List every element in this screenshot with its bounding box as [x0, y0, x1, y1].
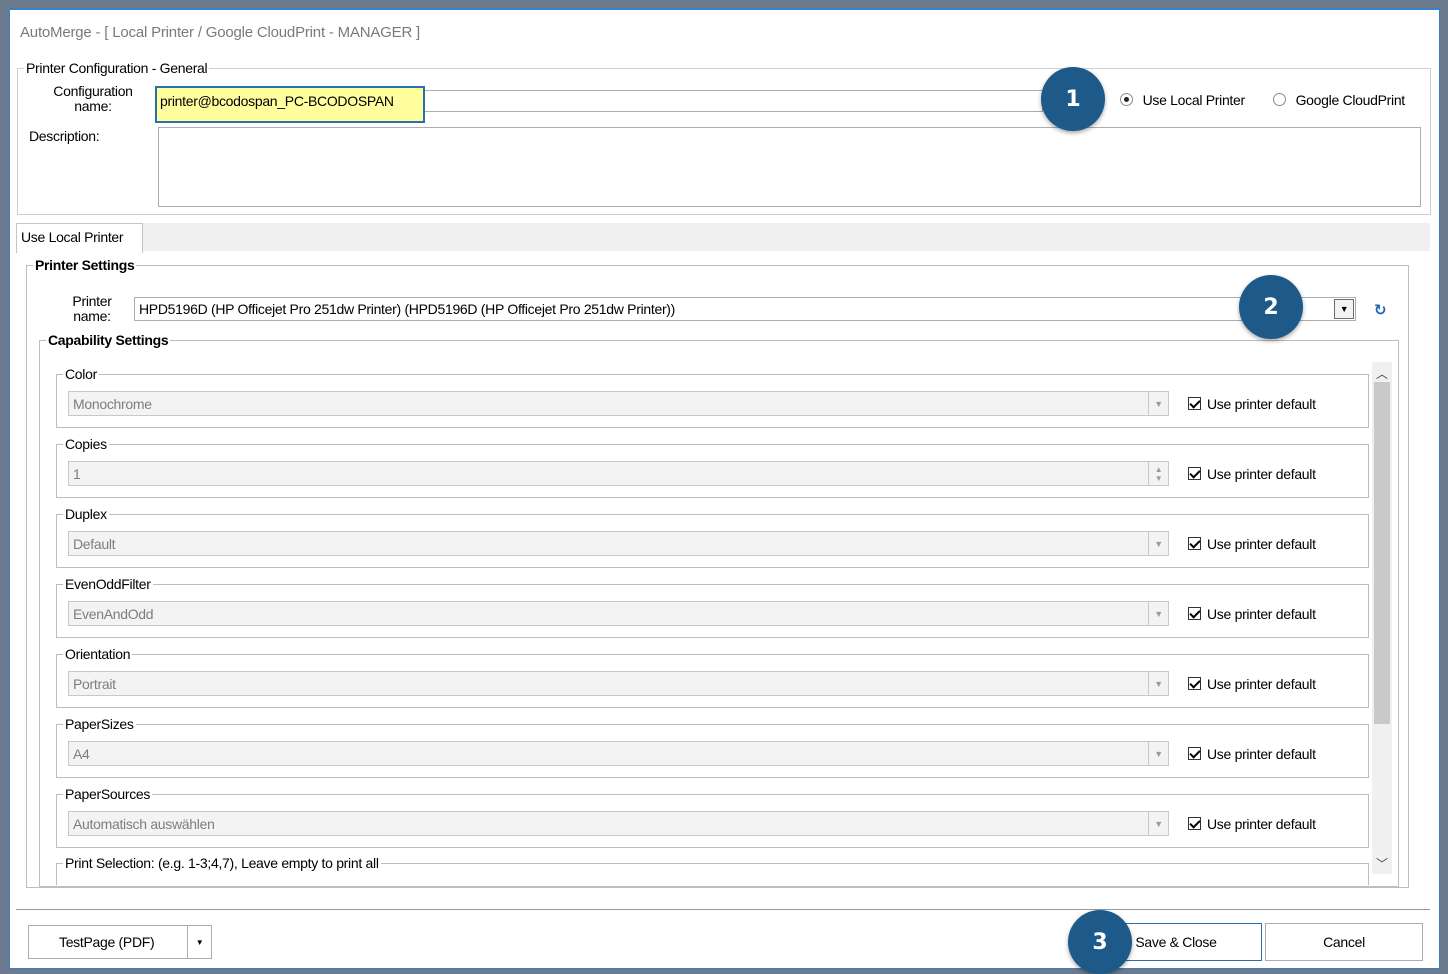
capability-value: 1: [73, 466, 81, 482]
capability-value: EvenAndOdd: [73, 606, 154, 622]
chevron-down-icon[interactable]: ▼: [1148, 602, 1168, 625]
radio-local-label: Use Local Printer: [1142, 92, 1246, 108]
footer-separator: [16, 909, 1430, 910]
checkbox-checked-icon[interactable]: [1188, 607, 1201, 620]
printer-settings-legend: Printer Settings: [35, 257, 135, 273]
printer-name-select[interactable]: HPD5196D (HP Officejet Pro 251dw Printer…: [134, 297, 1356, 321]
chevron-down-icon[interactable]: ▼: [187, 926, 211, 958]
tab-use-local-printer[interactable]: Use Local Printer: [16, 223, 143, 253]
refresh-icon[interactable]: ↻: [1374, 301, 1387, 319]
checkbox-checked-icon[interactable]: [1188, 677, 1201, 690]
use-printer-default-checkbox[interactable]: Use printer default: [1188, 606, 1316, 622]
copies-spinner[interactable]: 1 ▲ ▼: [68, 461, 1169, 486]
use-printer-default-label: Use printer default: [1207, 816, 1316, 832]
capability-group-title: Orientation: [65, 646, 131, 662]
radio-use-local-printer[interactable]: Use Local Printer: [1120, 92, 1245, 108]
capability-group-title: EvenOddFilter: [65, 576, 151, 592]
use-printer-default-checkbox[interactable]: Use printer default: [1188, 816, 1316, 832]
capability-group-title: PaperSources: [65, 786, 151, 802]
capability-select[interactable]: EvenAndOdd ▼: [68, 601, 1169, 626]
capability-group-title: Duplex: [65, 506, 107, 522]
capability-value: Default: [73, 536, 116, 552]
checkbox-checked-icon[interactable]: [1188, 397, 1201, 410]
use-printer-default-label: Use printer default: [1207, 606, 1316, 622]
capability-select[interactable]: Default ▼: [68, 531, 1169, 556]
capability-group-title: Color: [65, 366, 97, 382]
chevron-down-icon[interactable]: ▼: [1148, 742, 1168, 765]
description-label: Description:: [29, 128, 100, 144]
automerge-window: AutoMerge - [ Local Printer / Google Clo…: [9, 8, 1440, 974]
window-title: AutoMerge - [ Local Printer / Google Clo…: [20, 24, 421, 41]
print-selection-legend: Print Selection: (e.g. 1-3;4,7), Leave e…: [65, 855, 379, 871]
save-close-label: Save & Close: [1135, 934, 1217, 950]
cancel-label: Cancel: [1323, 934, 1365, 950]
checkbox-checked-icon[interactable]: [1188, 537, 1201, 550]
printer-name-value: HPD5196D (HP Officejet Pro 251dw Printer…: [139, 301, 676, 317]
scroll-down-icon[interactable]: ﹀: [1372, 854, 1392, 872]
chevron-down-icon[interactable]: ▼: [1148, 672, 1168, 695]
use-printer-default-checkbox[interactable]: Use printer default: [1188, 746, 1316, 762]
scroll-up-icon[interactable]: ︿: [1372, 364, 1392, 382]
config-name-input[interactable]: printer@bcodospan_PC-BCODOSPAN: [155, 86, 425, 123]
capability-value: A4: [73, 746, 90, 762]
use-printer-default-label: Use printer default: [1207, 536, 1316, 552]
checkbox-checked-icon[interactable]: [1188, 467, 1201, 480]
capability-value: Portrait: [73, 676, 116, 692]
use-printer-default-label: Use printer default: [1207, 466, 1316, 482]
radio-cloud-label: Google CloudPrint: [1295, 92, 1406, 108]
capability-select[interactable]: Monochrome ▼: [68, 391, 1169, 416]
checkbox-checked-icon[interactable]: [1188, 747, 1201, 760]
use-printer-default-label: Use printer default: [1207, 396, 1316, 412]
use-printer-default-checkbox[interactable]: Use printer default: [1188, 466, 1316, 482]
capability-value: Automatisch auswählen: [73, 816, 215, 832]
tab-strip: Use Local Printer: [16, 223, 1430, 253]
print-selection-group: Print Selection: (e.g. 1-3;4,7), Leave e…: [56, 855, 1369, 885]
radio-google-cloudprint[interactable]: Google CloudPrint: [1273, 92, 1405, 108]
printer-name-label: Printer name:: [72, 293, 112, 324]
spinner-arrows-icon[interactable]: ▲ ▼: [1148, 462, 1168, 485]
capability-select[interactable]: Automatisch auswählen ▼: [68, 811, 1169, 836]
config-name-label: Configuration name:: [53, 83, 133, 114]
annotation-badge-3: 3: [1068, 910, 1132, 974]
capability-select[interactable]: Portrait ▼: [68, 671, 1169, 696]
cancel-button[interactable]: Cancel: [1265, 923, 1423, 961]
chevron-down-icon[interactable]: ▼: [1148, 392, 1168, 415]
capability-scrollbar[interactable]: ︿ ﹀: [1372, 362, 1392, 874]
use-printer-default-checkbox[interactable]: Use printer default: [1188, 396, 1316, 412]
checkbox-checked-icon[interactable]: [1188, 817, 1201, 830]
use-printer-default-checkbox[interactable]: Use printer default: [1188, 536, 1316, 552]
chevron-down-icon[interactable]: ▼: [1148, 812, 1168, 835]
radio-local-indicator[interactable]: [1120, 93, 1133, 106]
use-printer-default-checkbox[interactable]: Use printer default: [1188, 676, 1316, 692]
capability-select[interactable]: A4 ▼: [68, 741, 1169, 766]
chevron-down-icon[interactable]: ▼: [1148, 532, 1168, 555]
scrollbar-thumb[interactable]: [1374, 382, 1390, 724]
capability-value: Monochrome: [73, 396, 152, 412]
capability-settings-legend: Capability Settings: [48, 332, 169, 348]
description-textarea[interactable]: [158, 127, 1421, 207]
capability-group-title: Copies: [65, 436, 107, 452]
capability-group-title: PaperSizes: [65, 716, 134, 732]
radio-cloud-indicator[interactable]: [1273, 93, 1286, 106]
use-printer-default-label: Use printer default: [1207, 746, 1316, 762]
annotation-badge-1: 1: [1041, 67, 1105, 131]
testpage-label: TestPage (PDF): [59, 934, 155, 950]
testpage-pdf-button[interactable]: TestPage (PDF) ▼: [28, 925, 212, 959]
use-printer-default-label: Use printer default: [1207, 676, 1316, 692]
general-group-legend: Printer Configuration - General: [26, 60, 208, 76]
chevron-down-icon[interactable]: ▼: [1334, 299, 1354, 319]
annotation-badge-2: 2: [1239, 275, 1303, 339]
